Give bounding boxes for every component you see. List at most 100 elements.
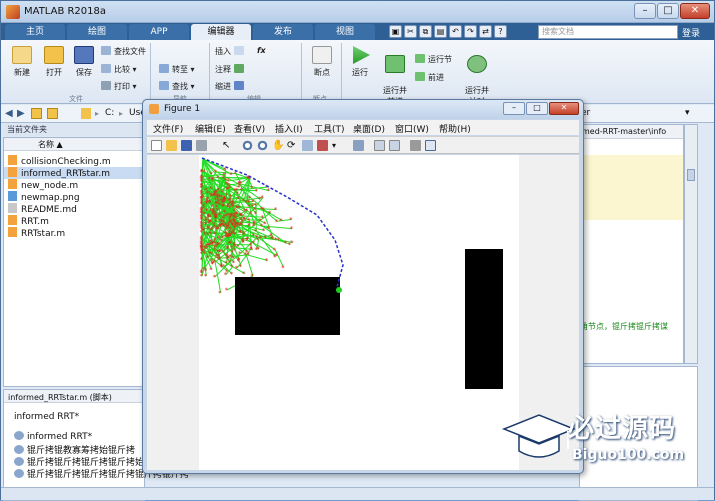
list-item[interactable]: README.md xyxy=(8,203,77,215)
menu-view[interactable]: 查看(V) xyxy=(234,122,265,135)
find-button[interactable]: 查找 ▾ xyxy=(159,81,195,92)
tree-node: * xyxy=(242,229,246,237)
advance-button[interactable]: 前进 xyxy=(415,72,444,83)
tree-node: * xyxy=(275,218,279,226)
brush-dropdown-icon[interactable]: ▾ xyxy=(332,140,343,151)
browse-folder-icon[interactable] xyxy=(47,108,58,119)
tab-apps[interactable]: APP xyxy=(129,24,189,40)
show-plot-tools-icon[interactable] xyxy=(425,140,436,151)
run-section-button[interactable]: 运行节 xyxy=(415,54,452,65)
print-icon xyxy=(101,81,111,90)
figure-maximize-button[interactable]: □ xyxy=(526,102,548,115)
open-file-icon[interactable] xyxy=(166,140,177,151)
tree-node: * xyxy=(226,234,230,242)
hide-plot-tools-icon[interactable] xyxy=(410,140,421,151)
list-item[interactable]: RRTstar.m xyxy=(8,227,65,239)
list-item[interactable]: informed_RRTstar.m xyxy=(4,167,144,179)
close-button[interactable]: ✕ xyxy=(680,3,710,19)
print-button[interactable]: 打印 ▾ xyxy=(101,81,137,92)
folder-icon xyxy=(44,46,64,64)
find-files-button[interactable]: 查找文件 xyxy=(101,46,146,57)
insert-button[interactable]: 插入 xyxy=(215,46,247,57)
open-button[interactable]: 打开 xyxy=(39,46,69,78)
tree-node: * xyxy=(209,171,213,179)
colorbar-icon[interactable] xyxy=(374,140,385,151)
figure-close-button[interactable]: ✕ xyxy=(549,102,579,115)
comment-button[interactable]: 注释 xyxy=(215,64,247,75)
editor-path-tab[interactable]: med-RRT-master\info xyxy=(580,125,683,139)
tab-editor[interactable]: 编辑器 xyxy=(191,24,251,40)
tab-view[interactable]: 视图 xyxy=(315,24,375,40)
fx-button[interactable]: fx xyxy=(257,46,266,55)
quick-save-icon[interactable]: ▣ xyxy=(389,25,402,38)
tree-node: * xyxy=(232,241,236,249)
goto-button[interactable]: 转至 ▾ xyxy=(159,64,195,75)
help-icon[interactable]: ? xyxy=(494,25,507,38)
switch-windows-icon[interactable]: ⇄ xyxy=(479,25,492,38)
tree-node: * xyxy=(241,238,245,246)
redo-icon[interactable]: ↷ xyxy=(464,25,477,38)
tree-node: * xyxy=(236,195,240,203)
rotate-3d-icon[interactable]: ⟳ xyxy=(287,140,298,151)
run-and-time-button[interactable]: 运行并 计时 xyxy=(461,46,493,107)
indent-button[interactable]: 缩进 xyxy=(215,81,247,92)
run-and-advance-button[interactable]: 运行并 前进 xyxy=(379,46,411,107)
path-dropdown-icon[interactable]: ▾ xyxy=(685,108,690,118)
pointer-icon[interactable]: ↖ xyxy=(222,140,233,151)
tree-node: * xyxy=(276,236,280,244)
new-button[interactable]: 新建 xyxy=(7,46,37,78)
list-item[interactable]: collisionChecking.m xyxy=(8,155,111,167)
save-button[interactable]: 保存 xyxy=(69,46,99,78)
up-folder-icon[interactable] xyxy=(31,108,42,119)
figure-menu-bar: 文件(F) 编辑(E) 查看(V) 插入(I) 工具(T) 桌面(D) 窗口(W… xyxy=(147,120,579,135)
print-figure-icon[interactable] xyxy=(196,140,207,151)
menu-window[interactable]: 窗口(W) xyxy=(395,122,429,135)
tree-node: * xyxy=(235,204,239,212)
minimize-button[interactable]: – xyxy=(634,3,656,19)
menu-desktop[interactable]: 桌面(D) xyxy=(353,122,385,135)
status-bar xyxy=(1,487,714,500)
login-link[interactable]: 登录 xyxy=(682,26,700,39)
forward-arrow-icon[interactable]: ▶ xyxy=(17,108,25,119)
data-cursor-icon[interactable] xyxy=(302,140,313,151)
figure-title-bar[interactable]: Figure 1 – □ ✕ xyxy=(143,100,583,119)
brush-icon[interactable] xyxy=(317,140,328,151)
scroll-thumb[interactable] xyxy=(687,169,695,181)
current-folder-panel: 名称 ▲ collisionChecking.m informed_RRTsta… xyxy=(3,137,145,387)
menu-edit[interactable]: 编辑(E) xyxy=(195,122,226,135)
name-column-header[interactable]: 名称 ▲ xyxy=(4,138,144,151)
figure-minimize-button[interactable]: – xyxy=(503,102,525,115)
new-figure-icon[interactable] xyxy=(151,140,162,151)
menu-help[interactable]: 帮助(H) xyxy=(439,122,471,135)
tab-plots[interactable]: 绘图 xyxy=(67,24,127,40)
link-plot-icon[interactable] xyxy=(353,140,364,151)
list-item[interactable]: newmap.png xyxy=(8,191,80,203)
save-figure-icon[interactable] xyxy=(181,140,192,151)
pan-hand-icon[interactable]: ✋ xyxy=(272,140,283,151)
undo-icon[interactable]: ↶ xyxy=(449,25,462,38)
zoom-in-icon[interactable] xyxy=(242,140,253,151)
path-drive[interactable]: C: xyxy=(105,108,114,118)
copy-icon[interactable]: ⧉ xyxy=(419,25,432,38)
tree-node: * xyxy=(270,235,274,243)
list-item[interactable]: new_node.m xyxy=(8,179,78,191)
menu-insert[interactable]: 插入(I) xyxy=(275,122,303,135)
legend-icon[interactable] xyxy=(389,140,400,151)
tab-home[interactable]: 主页 xyxy=(5,24,65,40)
paste-icon[interactable]: ▤ xyxy=(434,25,447,38)
back-arrow-icon[interactable]: ◀ xyxy=(5,108,13,119)
compare-button[interactable]: 比较 ▾ xyxy=(101,64,137,75)
menu-tools[interactable]: 工具(T) xyxy=(314,122,345,135)
search-docs-input[interactable]: 搜索文档 xyxy=(538,25,678,39)
editor-scrollbar[interactable] xyxy=(684,124,698,364)
editor-panel[interactable]: med-RRT-master\info 角节点，锟斤拷锟斤拷谋 xyxy=(579,124,684,364)
menu-file[interactable]: 文件(F) xyxy=(153,122,183,135)
breakpoints-button[interactable]: 断点 xyxy=(307,46,337,78)
tab-publish[interactable]: 发布 xyxy=(253,24,313,40)
cut-icon[interactable]: ✂ xyxy=(404,25,417,38)
zoom-out-icon[interactable] xyxy=(257,140,268,151)
run-button[interactable]: 运行 xyxy=(347,46,373,78)
list-item[interactable]: RRT.m xyxy=(8,215,49,227)
maximize-button[interactable]: □ xyxy=(657,3,679,19)
details-item[interactable]: informed RRT* xyxy=(14,431,92,442)
